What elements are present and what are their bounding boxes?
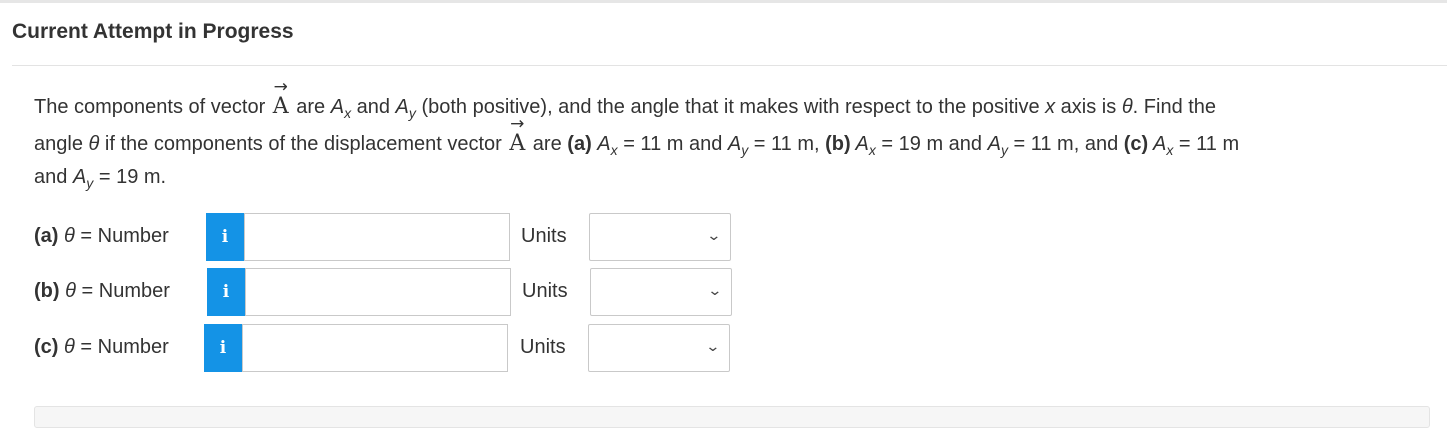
chevron-down-icon: ⌄ bbox=[707, 283, 723, 299]
question-text: The components of vector → A are Ax and A… bbox=[34, 77, 1419, 192]
answer-label-a: (a) θ = Number bbox=[34, 225, 169, 247]
units-select-a[interactable]: ⌄ bbox=[589, 213, 731, 261]
answer-label-c: (c) θ = Number bbox=[34, 336, 169, 358]
chevron-down-icon: ⌄ bbox=[705, 339, 721, 355]
chevron-down-icon: ⌄ bbox=[706, 228, 722, 244]
units-select-c[interactable]: ⌄ bbox=[588, 324, 730, 372]
feedback-panel bbox=[34, 406, 1430, 428]
vector-a-symbol: → A bbox=[271, 77, 291, 125]
vector-arrow-icon: → bbox=[273, 77, 288, 97]
answer-label-b: (b) θ = Number bbox=[34, 280, 170, 302]
info-icon[interactable]: i bbox=[204, 324, 242, 372]
question-line-2: angle θ if the components of the displac… bbox=[34, 114, 1419, 162]
attempt-status-heading: Current Attempt in Progress bbox=[12, 20, 294, 43]
number-input-b[interactable] bbox=[245, 268, 511, 316]
number-input-a[interactable] bbox=[244, 213, 510, 261]
units-select-b[interactable]: ⌄ bbox=[590, 268, 732, 316]
units-label-c: Units bbox=[520, 336, 566, 358]
vector-arrow-icon: → bbox=[510, 114, 525, 134]
number-input-c[interactable] bbox=[242, 324, 508, 372]
question-line-3: and Ay = 19 m. bbox=[34, 166, 167, 191]
vector-a-symbol: → A bbox=[507, 114, 527, 162]
info-icon[interactable]: i bbox=[207, 268, 245, 316]
info-icon[interactable]: i bbox=[206, 213, 244, 261]
units-label-a: Units bbox=[521, 225, 567, 247]
units-label-b: Units bbox=[522, 280, 568, 302]
question-line-1: The components of vector → A are Ax and A… bbox=[34, 77, 1419, 125]
top-border bbox=[0, 0, 1447, 3]
header-divider bbox=[12, 65, 1447, 66]
